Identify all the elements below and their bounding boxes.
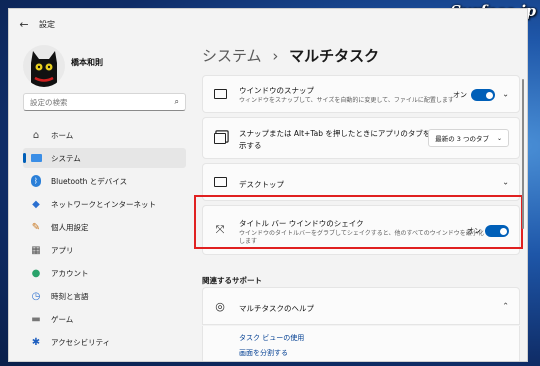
- sidebar-item-system[interactable]: システム: [23, 148, 186, 168]
- back-arrow-icon: ←: [19, 17, 29, 31]
- sidebar-item-label: ネットワークとインターネット: [51, 199, 156, 209]
- help-link-task-view[interactable]: タスク ビューの使用: [239, 333, 304, 343]
- alttab-title-line1: スナップまたは Alt+Tab を押したときにアプリのタブを表: [239, 129, 438, 138]
- sidebar-item-time-language[interactable]: ◷ 時刻と言語: [23, 286, 186, 306]
- sidebar-item-label: 時刻と言語: [51, 291, 89, 301]
- globe-icon: ◎: [215, 299, 225, 313]
- tabs-icon: [213, 131, 227, 145]
- sidebar-item-gaming[interactable]: ▬ ゲーム: [23, 309, 186, 329]
- snap-description: ウィンドウをスナップして、サイズを自動的に変更して、ファイルに配置します: [239, 97, 454, 104]
- sidebar-item-label: ゲーム: [51, 314, 74, 324]
- breadcrumb-parent[interactable]: システム: [202, 47, 262, 65]
- chevron-down-icon: ⌄: [496, 134, 502, 142]
- sidebar-item-apps[interactable]: ▦ アプリ: [23, 240, 186, 260]
- avatar[interactable]: [23, 45, 65, 87]
- account-icon: ●: [31, 267, 41, 279]
- breadcrumb-separator: ›: [272, 47, 279, 65]
- accessibility-icon: ✱: [31, 336, 41, 348]
- sidebar-item-label: アカウント: [51, 268, 89, 278]
- game-icon: ▬: [31, 313, 41, 325]
- snap-state-label: オン: [453, 91, 467, 99]
- sidebar-item-label: アプリ: [51, 245, 74, 255]
- page-title: システム › マルチタスク: [202, 45, 379, 66]
- home-icon: ⌂: [32, 129, 40, 141]
- search-input[interactable]: [30, 97, 175, 107]
- back-button[interactable]: ←: [9, 9, 39, 39]
- help-link-split-screen[interactable]: 画面を分割する: [239, 348, 288, 358]
- sidebar-item-label: 個人用設定: [51, 222, 89, 232]
- title-bar: ← 設定: [9, 9, 527, 39]
- app-title: 設定: [39, 19, 55, 29]
- sidebar-item-bluetooth[interactable]: ᛒ Bluetooth とデバイス: [23, 171, 186, 191]
- settings-window: ← 設定 橋本和則 ⌕ ⌂ ホーム システム ᛒ Bluetooth とデバイス…: [8, 8, 528, 362]
- alttab-setting-card: スナップまたは Alt+Tab を押したときにアプリのタブを表 示する 最新の …: [202, 117, 520, 159]
- sidebar-item-label: システム: [51, 153, 81, 163]
- scrollbar[interactable]: [522, 79, 524, 229]
- alttab-dropdown[interactable]: 最新の 3 つのタブ ⌄: [428, 129, 509, 147]
- sidebar-item-label: ホーム: [51, 130, 74, 140]
- system-icon: [29, 151, 43, 165]
- chevron-down-icon[interactable]: ⌄: [502, 90, 509, 99]
- desktop-title: デスクトップ: [239, 180, 284, 189]
- sidebar-item-label: アクセシビリティ: [51, 337, 111, 347]
- related-support-heading: 関連するサポート: [202, 276, 262, 285]
- snap-setting-card[interactable]: ウインドウのスナップ ウィンドウをスナップして、サイズを自動的に変更して、ファイ…: [202, 75, 520, 113]
- snap-title: ウインドウのスナップ: [239, 86, 314, 95]
- apps-icon: ▦: [31, 244, 41, 256]
- chevron-up-icon[interactable]: ⌃: [502, 302, 509, 311]
- search-icon: ⌕: [174, 97, 179, 106]
- wifi-icon: ◆: [32, 198, 40, 210]
- alttab-title-line2: 示する: [239, 141, 262, 150]
- alttab-dropdown-value: 最新の 3 つのタブ: [435, 135, 489, 143]
- search-box[interactable]: ⌕: [23, 93, 186, 111]
- multitask-help-title: マルチタスクのヘルプ: [239, 304, 314, 313]
- sidebar-nav: ⌂ ホーム システム ᛒ Bluetooth とデバイス ◆ ネットワークとイン…: [23, 125, 186, 355]
- breadcrumb-current: マルチタスク: [289, 47, 380, 65]
- clock-icon: ◷: [31, 290, 41, 302]
- sidebar-item-personalization[interactable]: ✎ 個人用設定: [23, 217, 186, 237]
- bluetooth-icon: ᛒ: [29, 174, 43, 188]
- chevron-down-icon[interactable]: ⌄: [502, 178, 509, 187]
- snap-window-icon: [213, 87, 227, 101]
- sidebar-item-label: Bluetooth とデバイス: [51, 176, 128, 186]
- user-name: 橋本和則: [71, 58, 103, 67]
- sidebar-item-network[interactable]: ◆ ネットワークとインターネット: [23, 194, 186, 214]
- desktop-icon: [213, 175, 227, 189]
- brush-icon: ✎: [31, 221, 41, 233]
- help-links-panel: タスク ビューの使用 画面を分割する: [202, 326, 520, 361]
- snap-toggle[interactable]: [471, 89, 495, 101]
- sidebar-item-accessibility[interactable]: ✱ アクセシビリティ: [23, 332, 186, 352]
- sidebar-item-home[interactable]: ⌂ ホーム: [23, 125, 186, 145]
- cat-avatar-icon: [31, 51, 57, 87]
- multitask-help-card[interactable]: ◎ マルチタスクのヘルプ ⌃: [202, 287, 520, 325]
- highlight-box: [194, 195, 523, 249]
- sidebar-item-accounts[interactable]: ● アカウント: [23, 263, 186, 283]
